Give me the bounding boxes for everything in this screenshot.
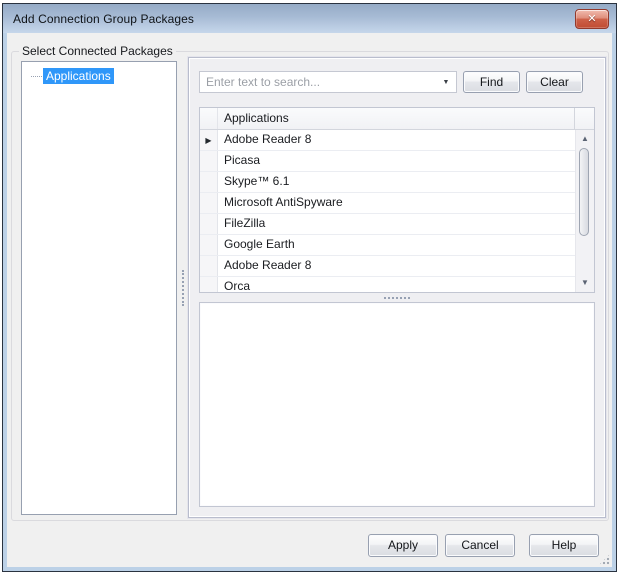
table-row[interactable]: Microsoft AntiSpyware	[200, 193, 575, 214]
row-indicator	[200, 151, 218, 171]
row-indicator	[200, 214, 218, 234]
dialog-client-area: Select Connected Packages Applications	[7, 33, 612, 567]
row-label: Adobe Reader 8	[218, 130, 575, 150]
tree-branch-dots	[31, 76, 42, 77]
grid-indicator-header	[200, 108, 218, 129]
row-label: Adobe Reader 8	[218, 256, 575, 276]
scroll-down-icon[interactable]: ▼	[576, 276, 594, 290]
details-panel	[199, 302, 595, 507]
row-label: Google Earth	[218, 235, 575, 255]
help-button[interactable]: Help	[529, 534, 599, 557]
row-indicator	[200, 235, 218, 255]
horizontal-splitter-grip	[384, 297, 410, 299]
row-label: Orca	[218, 277, 575, 292]
search-row: ▼ Find Clear	[199, 71, 595, 93]
resize-grip-icon[interactable]	[599, 554, 610, 565]
row-label: Microsoft AntiSpyware	[218, 193, 575, 213]
groupbox-label: Select Connected Packages	[19, 44, 176, 58]
search-dropdown-arrow-icon[interactable]: ▼	[436, 79, 456, 86]
row-indicator	[200, 256, 218, 276]
tree-item-label: Applications	[43, 68, 114, 84]
table-row[interactable]: Skype™ 6.1	[200, 172, 575, 193]
close-button[interactable]: ✕	[575, 9, 609, 29]
scrollbar-thumb[interactable]	[579, 148, 589, 236]
grid-header: Applications	[200, 108, 594, 130]
horizontal-splitter[interactable]	[199, 293, 595, 302]
row-indicator	[200, 172, 218, 192]
row-indicator	[200, 193, 218, 213]
table-row[interactable]: Picasa	[200, 151, 575, 172]
applications-grid: Applications ▶Adobe Reader 8PicasaSkype™…	[199, 107, 595, 293]
cancel-button[interactable]: Cancel	[445, 534, 515, 557]
apply-button[interactable]: Apply	[368, 534, 438, 557]
select-connected-packages-groupbox: Applications ▼ Find Clear	[11, 51, 609, 521]
vertical-splitter[interactable]	[178, 61, 188, 515]
grid-column-header-applications[interactable]: Applications	[218, 108, 574, 129]
grid-rows: ▶Adobe Reader 8PicasaSkype™ 6.1Microsoft…	[200, 130, 575, 292]
clear-button[interactable]: Clear	[526, 71, 583, 93]
row-label: Picasa	[218, 151, 575, 171]
titlebar[interactable]: Add Connection Group Packages ✕	[3, 4, 616, 33]
table-row[interactable]: ▶Adobe Reader 8	[200, 130, 575, 151]
row-indicator	[200, 277, 218, 292]
search-input[interactable]	[200, 75, 436, 89]
table-row[interactable]: Orca	[200, 277, 575, 292]
dialog-footer: Apply Cancel Help	[361, 534, 599, 557]
vertical-splitter-grip	[182, 270, 184, 306]
window-title: Add Connection Group Packages	[13, 12, 194, 26]
packages-tree-panel: Applications	[21, 61, 177, 515]
close-icon: ✕	[587, 14, 596, 25]
active-row-indicator-icon: ▶	[200, 130, 218, 150]
table-row[interactable]: FileZilla	[200, 214, 575, 235]
table-row[interactable]: Adobe Reader 8	[200, 256, 575, 277]
tree-item-applications[interactable]: Applications	[31, 68, 176, 84]
dialog-window: Add Connection Group Packages ✕ Select C…	[2, 3, 617, 572]
packages-right-panel: ▼ Find Clear Applications ▶Adobe Reader …	[188, 57, 606, 518]
find-button[interactable]: Find	[463, 71, 520, 93]
table-row[interactable]: Google Earth	[200, 235, 575, 256]
scroll-up-icon[interactable]: ▲	[576, 132, 594, 146]
row-label: FileZilla	[218, 214, 575, 234]
screen: Add Connection Group Packages ✕ Select C…	[0, 0, 621, 574]
row-label: Skype™ 6.1	[218, 172, 575, 192]
grid-header-stub	[574, 108, 594, 129]
grid-body: ▶Adobe Reader 8PicasaSkype™ 6.1Microsoft…	[200, 130, 594, 292]
search-combo: ▼	[199, 71, 457, 93]
grid-vertical-scrollbar[interactable]: ▲ ▼	[575, 130, 594, 292]
